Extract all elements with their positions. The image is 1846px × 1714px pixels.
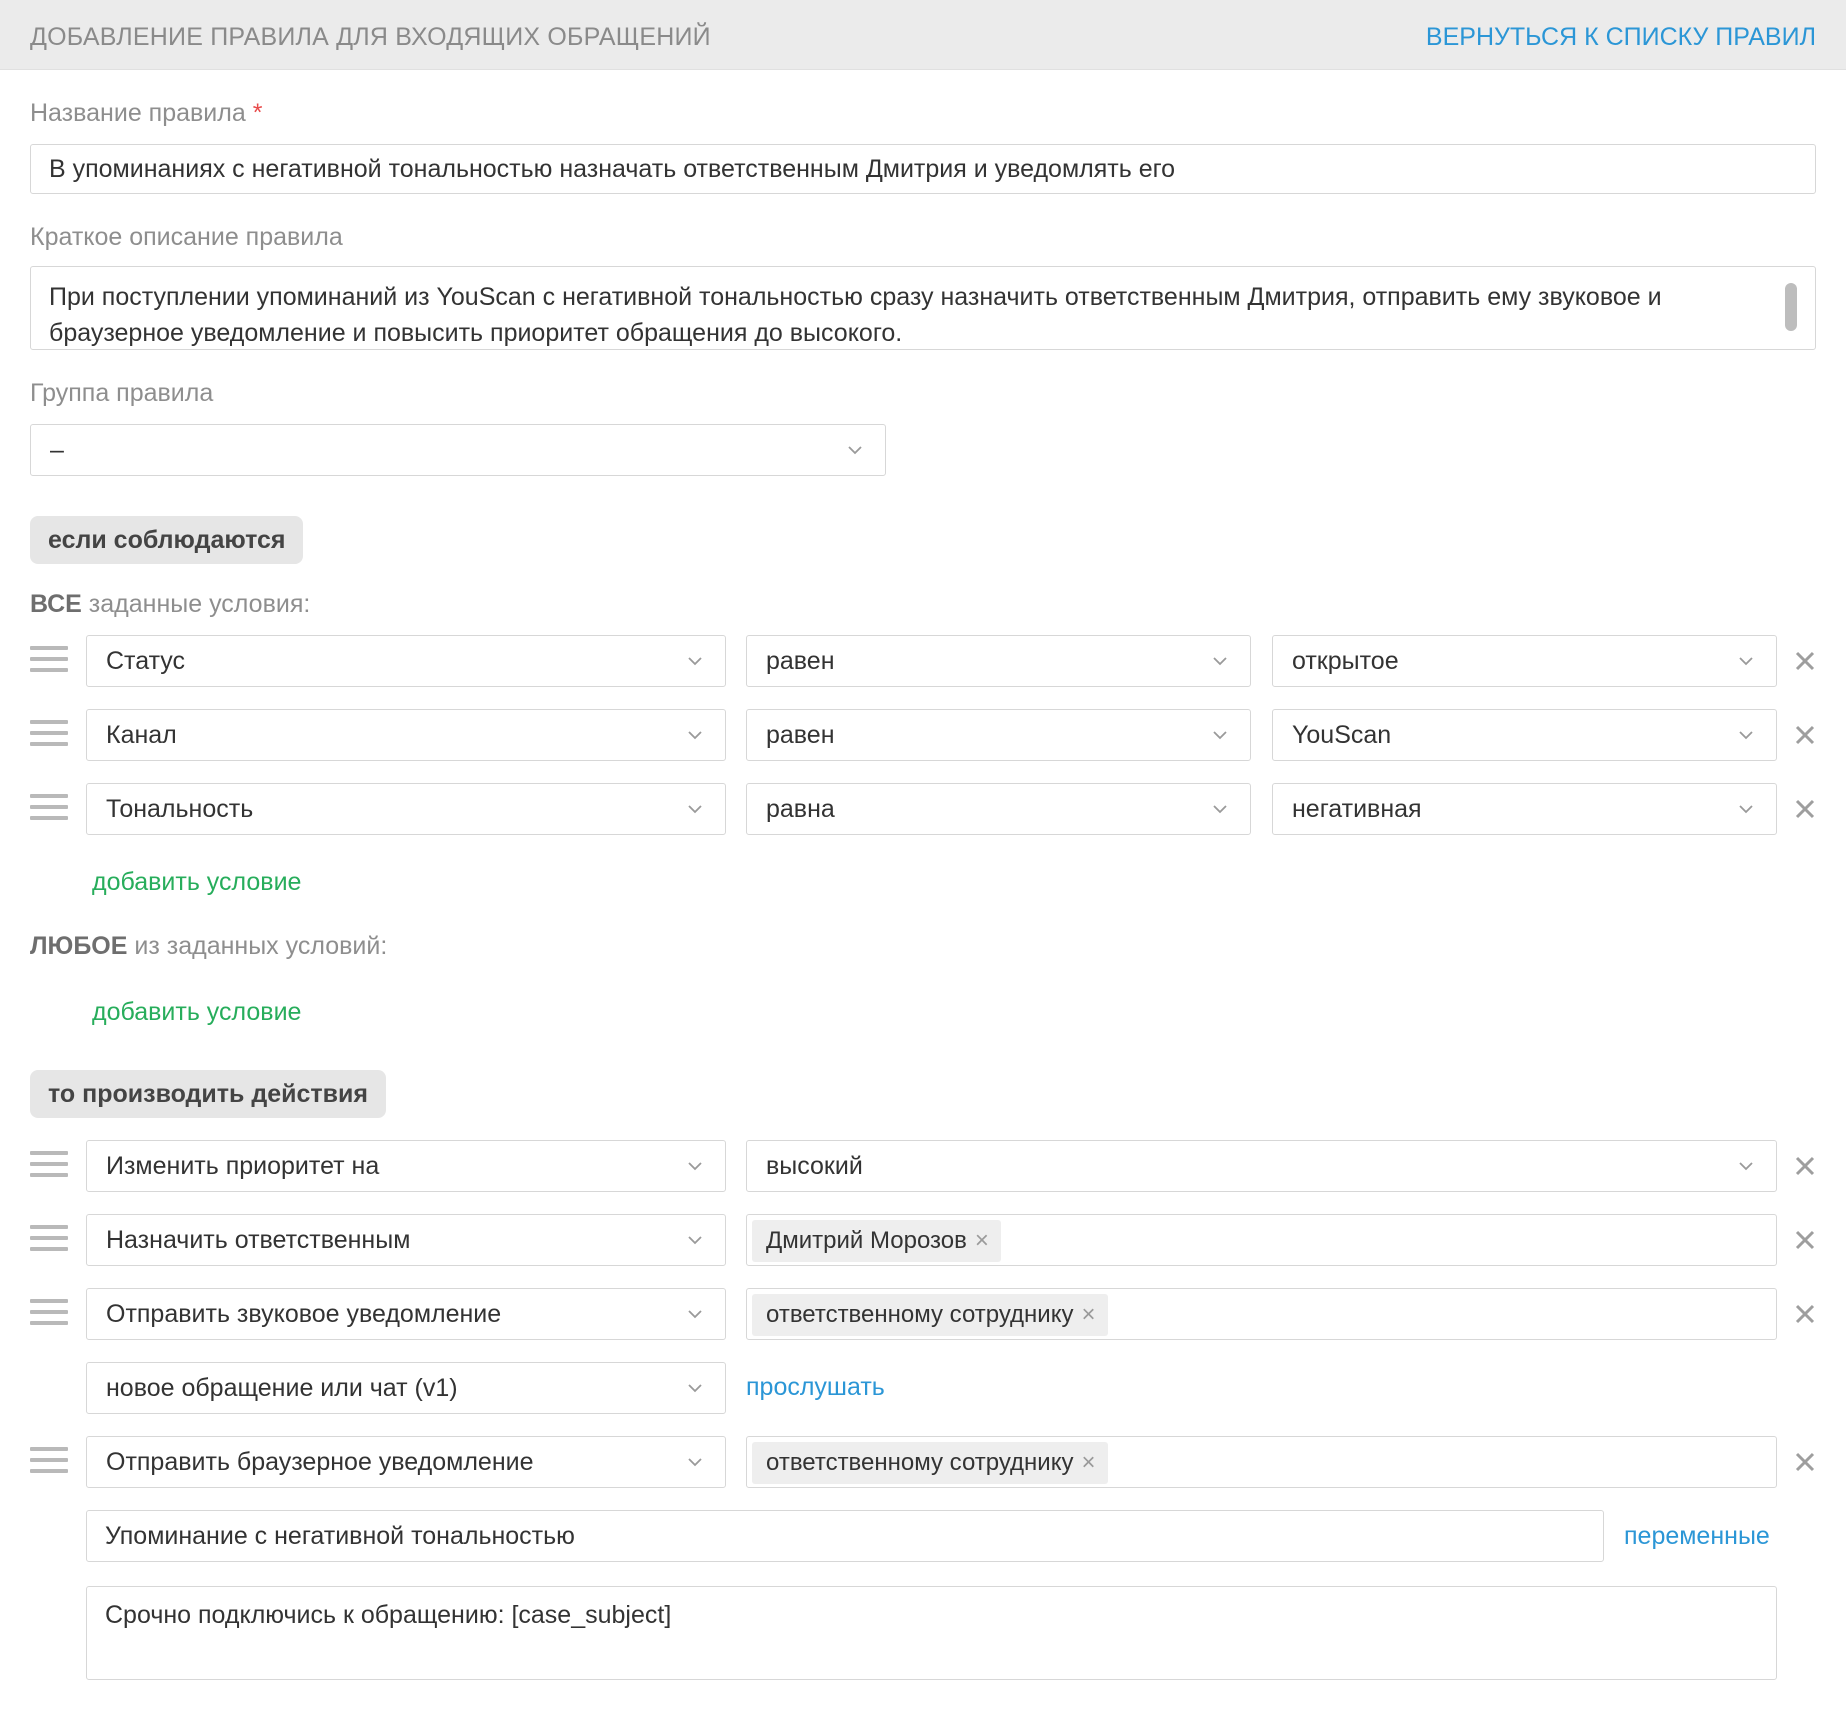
action-type-select[interactable]: Отправить звуковое уведомление [86, 1288, 726, 1340]
chevron-down-icon [1213, 805, 1227, 814]
action-type-select[interactable]: Отправить браузерное уведомление [86, 1436, 726, 1488]
close-icon[interactable] [1794, 724, 1816, 746]
condition-value-select[interactable]: YouScan [1272, 709, 1777, 761]
description-label: Краткое описание правила [30, 223, 343, 251]
add-condition-all-link[interactable]: добавить условие [92, 868, 301, 897]
rule-name-input[interactable]: В упоминаниях с негативной тональностью … [30, 144, 1816, 194]
textarea-scrollbar[interactable] [1785, 283, 1797, 331]
drag-handle-icon[interactable] [30, 1225, 68, 1255]
condition-operator-select[interactable]: равен [746, 709, 1251, 761]
tag-remove-icon[interactable]: × [1081, 1449, 1095, 1477]
condition-value-select[interactable]: открытое [1272, 635, 1777, 687]
chevron-down-icon [688, 657, 702, 666]
close-icon[interactable] [1794, 798, 1816, 820]
all-conditions-label: ВСЕ заданные условия: [30, 590, 311, 618]
actions-section-label: то производить действия [30, 1070, 386, 1118]
add-condition-any-link[interactable]: добавить условие [92, 998, 301, 1027]
chevron-down-icon [1213, 657, 1227, 666]
tag-remove-icon[interactable]: × [975, 1227, 989, 1255]
close-icon[interactable] [1794, 1155, 1816, 1177]
assignee-tag-input[interactable]: Дмитрий Морозов × [746, 1214, 1777, 1266]
listen-sound-link[interactable]: прослушать [746, 1373, 885, 1402]
required-mark: * [252, 99, 263, 127]
chevron-down-icon [1213, 731, 1227, 740]
drag-handle-icon[interactable] [30, 1151, 68, 1181]
chevron-down-icon [1739, 731, 1753, 740]
priority-value-select[interactable]: высокий [746, 1140, 1777, 1192]
page-title: ДОБАВЛЕНИЕ ПРАВИЛА ДЛЯ ВХОДЯЩИХ ОБРАЩЕНИ… [30, 23, 711, 51]
condition-field-select[interactable]: Статус [86, 635, 726, 687]
variables-link[interactable]: переменные [1624, 1522, 1770, 1551]
group-select[interactable]: – [30, 424, 886, 476]
notification-subject-input[interactable]: Упоминание с негативной тональностью [86, 1510, 1604, 1562]
chevron-down-icon [1739, 805, 1753, 814]
chevron-down-icon [688, 1236, 702, 1245]
condition-field-select[interactable]: Канал [86, 709, 726, 761]
drag-handle-icon[interactable] [30, 646, 68, 676]
notification-body-textarea[interactable]: Срочно подключись к обращению: [case_sub… [86, 1586, 1777, 1680]
chevron-down-icon [688, 731, 702, 740]
recipient-tag: ответственному сотруднику × [752, 1442, 1108, 1484]
rule-editor: ДОБАВЛЕНИЕ ПРАВИЛА ДЛЯ ВХОДЯЩИХ ОБРАЩЕНИ… [0, 0, 1846, 1714]
drag-handle-icon[interactable] [30, 720, 68, 750]
browser-recipient-tag-input[interactable]: ответственному сотруднику × [746, 1436, 1777, 1488]
sound-recipient-tag-input[interactable]: ответственному сотруднику × [746, 1288, 1777, 1340]
chevron-down-icon [848, 446, 862, 455]
description-textarea[interactable]: При поступлении упоминаний из YouScan с … [30, 266, 1816, 350]
condition-operator-select[interactable]: равен [746, 635, 1251, 687]
chevron-down-icon [688, 805, 702, 814]
any-conditions-label: ЛЮБОЕ из заданных условий: [30, 932, 388, 960]
condition-operator-select[interactable]: равна [746, 783, 1251, 835]
group-label: Группа правила [30, 379, 214, 407]
sound-select[interactable]: новое обращение или чат (v1) [86, 1362, 726, 1414]
close-icon[interactable] [1794, 650, 1816, 672]
rule-name-label: Название правила * [30, 99, 263, 127]
close-icon[interactable] [1794, 1451, 1816, 1473]
assignee-tag: Дмитрий Морозов × [752, 1220, 1001, 1262]
action-type-select[interactable]: Изменить приоритет на [86, 1140, 726, 1192]
recipient-tag: ответственному сотруднику × [752, 1294, 1108, 1336]
close-icon[interactable] [1794, 1303, 1816, 1325]
chevron-down-icon [688, 1162, 702, 1171]
chevron-down-icon [1739, 1162, 1753, 1171]
conditions-section-label: если соблюдаются [30, 516, 304, 564]
tag-remove-icon[interactable]: × [1081, 1301, 1095, 1329]
drag-handle-icon[interactable] [30, 1447, 68, 1477]
chevron-down-icon [688, 1458, 702, 1467]
drag-handle-icon[interactable] [30, 1299, 68, 1329]
condition-field-select[interactable]: Тональность [86, 783, 726, 835]
chevron-down-icon [688, 1384, 702, 1393]
action-type-select[interactable]: Назначить ответственным [86, 1214, 726, 1266]
condition-value-select[interactable]: негативная [1272, 783, 1777, 835]
close-icon[interactable] [1794, 1229, 1816, 1251]
chevron-down-icon [1739, 657, 1753, 666]
drag-handle-icon[interactable] [30, 794, 68, 824]
back-to-rules-link[interactable]: ВЕРНУТЬСЯ К СПИСКУ ПРАВИЛ [1426, 23, 1816, 52]
chevron-down-icon [688, 1310, 702, 1319]
page-header: ДОБАВЛЕНИЕ ПРАВИЛА ДЛЯ ВХОДЯЩИХ ОБРАЩЕНИ… [0, 0, 1846, 70]
